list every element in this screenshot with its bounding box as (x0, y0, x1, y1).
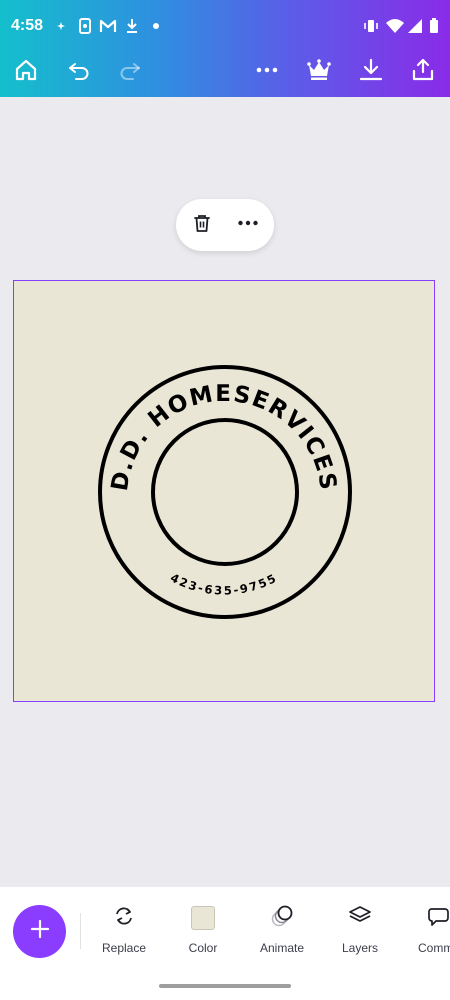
element-context-menu (176, 199, 274, 251)
bottom-toolbar: Replace Color Animate Layers Comme (0, 887, 450, 1000)
undo-button[interactable] (63, 56, 95, 88)
dot-icon (151, 16, 161, 41)
share-icon (410, 57, 436, 88)
color-label: Color (188, 941, 218, 955)
layers-tool[interactable]: Layers (325, 903, 395, 959)
redo-icon (117, 57, 143, 88)
layers-label: Layers (341, 941, 379, 955)
top-app-bar: 4:58 (0, 0, 450, 97)
animate-label: Animate (259, 941, 305, 955)
comment-label: Comme (417, 941, 450, 955)
home-button[interactable] (10, 56, 42, 88)
battery-icon (428, 16, 440, 41)
wifi-icon (385, 16, 405, 41)
add-button[interactable] (13, 905, 66, 958)
sparkle-icon (55, 16, 67, 41)
inner-ring (151, 418, 299, 566)
phone-app-icon (77, 16, 93, 41)
gesture-nav-handle[interactable] (159, 984, 291, 988)
element-more-button[interactable] (232, 209, 264, 241)
layers-icon (347, 903, 373, 934)
redo-button[interactable] (114, 56, 146, 88)
toolbar-divider (80, 913, 81, 949)
color-tool[interactable]: Color (168, 903, 238, 959)
more-icon (236, 211, 260, 240)
trash-icon (191, 212, 213, 239)
delete-button[interactable] (186, 209, 218, 241)
undo-icon (66, 57, 92, 88)
plus-icon (29, 918, 51, 945)
design-canvas[interactable]: D.D. HOMESERVICES 423-635-9755 (13, 280, 435, 702)
animate-icon (269, 903, 295, 934)
gmail-icon (99, 16, 117, 41)
replace-label: Replace (101, 941, 147, 955)
logo-graphic[interactable]: D.D. HOMESERVICES 423-635-9755 (14, 281, 434, 701)
home-icon (13, 57, 39, 88)
crown-icon (306, 57, 332, 88)
vibrate-icon (362, 16, 380, 41)
premium-button[interactable] (303, 56, 335, 88)
more-button[interactable] (251, 56, 283, 88)
color-swatch (191, 906, 215, 930)
status-time: 4:58 (11, 17, 44, 34)
comment-tool[interactable]: Comme (404, 903, 450, 959)
replace-tool[interactable]: Replace (89, 903, 159, 959)
status-bar: 4:58 (0, 0, 450, 52)
more-icon (254, 57, 280, 88)
animate-tool[interactable]: Animate (247, 903, 317, 959)
download-icon (358, 57, 384, 88)
cell-signal-icon (407, 16, 423, 41)
download-icon (124, 16, 140, 41)
editor-toolbar (0, 52, 450, 92)
share-button[interactable] (407, 56, 439, 88)
download-button[interactable] (355, 56, 387, 88)
replace-icon (112, 904, 136, 933)
logo-phone: 423-635-9755 (168, 570, 280, 597)
comment-icon (426, 903, 450, 934)
